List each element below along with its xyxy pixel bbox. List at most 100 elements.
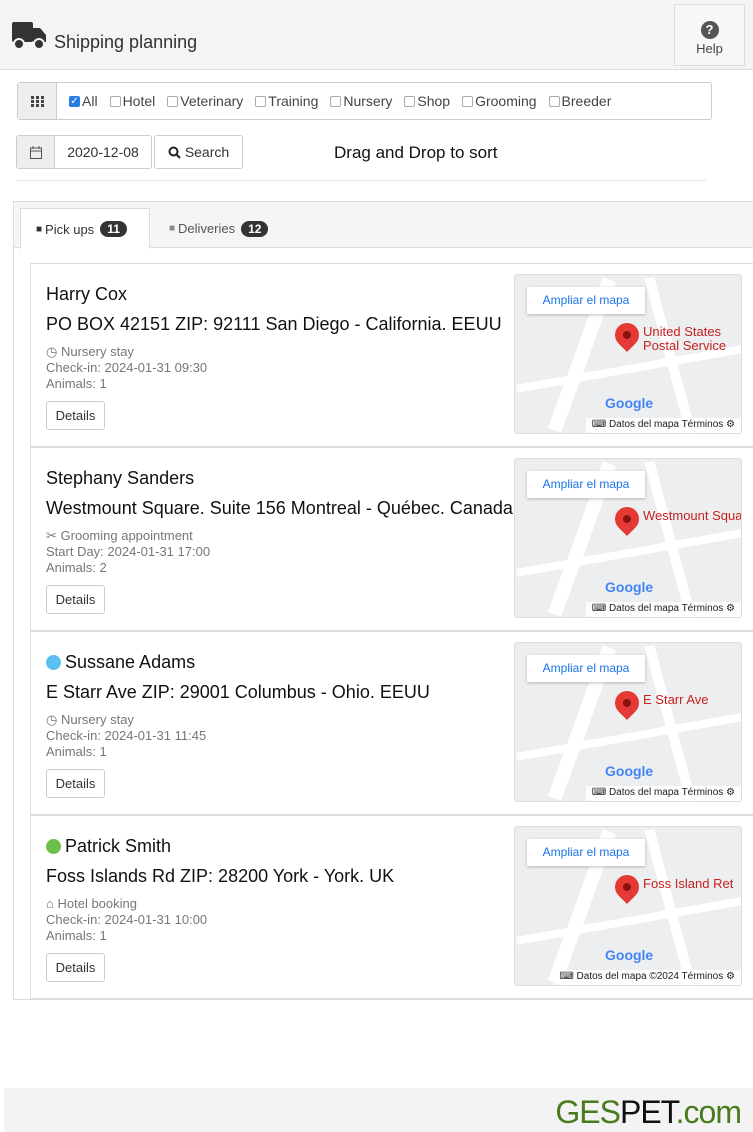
filter-all[interactable]: ✓ All [69, 93, 98, 109]
address: Westmount Square. Suite 156 Montreal - Q… [46, 498, 513, 518]
question-icon: ? [700, 21, 719, 39]
sort-hint: Drag and Drop to sort [334, 143, 498, 162]
home-icon: ⌂ [46, 896, 54, 911]
date-line: Check-in: 2024-01-31 10:00 [46, 912, 208, 927]
grid-icon[interactable] [18, 83, 57, 119]
place-label: United States Postal Service [643, 324, 727, 353]
filter-label: Nursery [343, 93, 393, 109]
bug-icon[interactable]: ⚙ [726, 419, 735, 430]
tab-deliveries[interactable]: ■ Deliveries 12 [154, 208, 283, 249]
filter-label: Grooming [475, 93, 537, 109]
keyboard-icon[interactable]: ⌨ [592, 603, 606, 614]
filter-label: Shop [417, 93, 451, 109]
filter-grooming[interactable]: Grooming [462, 93, 537, 109]
expand-map-link[interactable]: Ampliar el mapa [527, 287, 645, 314]
bug-icon[interactable]: ⚙ [726, 971, 735, 982]
shipment-card[interactable]: Harry Cox PO BOX 42151 ZIP: 92111 San Di… [30, 263, 753, 447]
filter-shop[interactable]: Shop [404, 93, 450, 109]
name-text: Patrick Smith [65, 836, 172, 856]
google-logo: Google [605, 947, 654, 963]
gespet-logo: GESPET.com [555, 1094, 742, 1130]
footer: GESPET.com [4, 1088, 753, 1132]
place-label: E Starr Ave [643, 692, 709, 707]
filter-veterinary[interactable]: Veterinary [167, 93, 243, 109]
google-logo: Google [605, 763, 654, 779]
map-terms[interactable]: Datos del mapa ©2024 Términos [577, 971, 724, 982]
checkbox[interactable] [404, 95, 416, 107]
name-text: Sussane Adams [65, 652, 196, 672]
booking-info: ⌂ Hotel booking Check-in: 2024-01-31 10:0… [46, 896, 207, 944]
map-terms[interactable]: Datos del mapa Términos [609, 603, 723, 614]
filter-training[interactable]: Training [255, 93, 318, 109]
service-type: Nursery stay [60, 712, 134, 727]
expand-map-link[interactable]: Ampliar el mapa [527, 839, 645, 866]
count-badge: 12 [241, 220, 269, 237]
filter-label: Breeder [561, 93, 612, 109]
map[interactable]: Ampliar el mapa United States Postal Ser… [514, 274, 742, 434]
details-button[interactable]: Details [46, 585, 105, 614]
checkbox[interactable] [330, 95, 342, 107]
count-badge: 11 [100, 221, 127, 237]
keyboard-icon[interactable]: ⌨ [559, 971, 573, 982]
animals-count: Animals: 1 [46, 928, 107, 943]
header: Shipping planning ? Help [0, 0, 753, 70]
expand-map-link[interactable]: Ampliar el mapa [527, 471, 645, 498]
animals-count: Animals: 1 [46, 376, 107, 391]
google-logo: Google [605, 579, 654, 595]
date-field[interactable]: 2020-12-08 [16, 135, 152, 169]
checkbox[interactable] [167, 95, 179, 107]
service-type: Hotel booking [57, 896, 137, 911]
filter-nursery[interactable]: Nursery [330, 93, 392, 109]
name-text: Harry Cox [46, 284, 128, 304]
map-attribution: ⌨ Datos del mapa ©2024 Términos ⚙ [553, 970, 741, 985]
bug-icon[interactable]: ⚙ [726, 603, 735, 614]
date-value[interactable]: 2020-12-08 [55, 136, 151, 168]
status-dot [46, 655, 61, 670]
help-button[interactable]: ? Help [674, 4, 745, 66]
shipment-card[interactable]: Patrick Smith Foss Islands Rd ZIP: 28200… [30, 815, 753, 999]
checkbox[interactable]: ✓ [69, 95, 80, 107]
clock-icon: ◷ [46, 712, 58, 727]
search-label: Search [184, 144, 230, 160]
map-pin-icon [610, 686, 644, 720]
date-line: Check-in: 2024-01-31 11:45 [46, 728, 207, 743]
filter-hotel[interactable]: Hotel [109, 93, 156, 109]
scissors-icon: ✂ [46, 528, 57, 543]
bug-icon[interactable]: ⚙ [726, 787, 735, 798]
filter-breeder[interactable]: Breeder [548, 93, 612, 109]
search-icon [168, 146, 181, 159]
checkbox[interactable] [109, 95, 121, 107]
map-attribution: ⌨ Datos del mapa Términos ⚙ [585, 786, 741, 801]
keyboard-icon[interactable]: ⌨ [592, 419, 606, 430]
checkbox[interactable] [255, 95, 267, 107]
service-type: Nursery stay [60, 344, 134, 359]
details-button[interactable]: Details [46, 953, 105, 982]
page-title: Shipping planning [54, 32, 198, 52]
expand-map-link[interactable]: Ampliar el mapa [527, 655, 645, 682]
shipment-card[interactable]: Sussane Adams E Starr Ave ZIP: 29001 Col… [30, 631, 753, 815]
service-type: Grooming appointment [60, 528, 193, 543]
client-name: Patrick Smith [46, 836, 171, 857]
map[interactable]: Ampliar el mapa Foss Island Ret Google ⌨… [514, 826, 742, 986]
map-terms[interactable]: Datos del mapa Términos [609, 787, 723, 798]
filter-label: Hotel [122, 93, 156, 109]
client-name: Stephany Sanders [46, 468, 194, 489]
shipment-card[interactable]: Stephany Sanders Westmount Square. Suite… [30, 447, 753, 631]
details-button[interactable]: Details [46, 769, 105, 798]
map-pin-icon [610, 502, 644, 536]
clock-icon: ◷ [46, 344, 58, 359]
checkbox[interactable] [462, 95, 474, 107]
search-button[interactable]: Search [154, 135, 243, 169]
truck-icon [12, 22, 46, 50]
map[interactable]: Ampliar el mapa E Starr Ave Google ⌨ Dat… [514, 642, 742, 802]
status-dot [46, 839, 61, 854]
checkbox[interactable] [548, 95, 560, 107]
keyboard-icon[interactable]: ⌨ [592, 787, 606, 798]
map-attribution: ⌨ Datos del mapa Términos ⚙ [585, 418, 741, 433]
tab-pickups[interactable]: ■ Pick ups 11 [20, 208, 150, 249]
details-button[interactable]: Details [46, 401, 105, 430]
map-terms[interactable]: Datos del mapa Términos [609, 419, 723, 430]
place-label: Foss Island Ret [643, 876, 734, 891]
booking-info: ◷ Nursery stay Check-in: 2024-01-31 11:45… [46, 712, 206, 760]
map[interactable]: Ampliar el mapa Westmount Squa Google ⌨ … [514, 458, 742, 618]
